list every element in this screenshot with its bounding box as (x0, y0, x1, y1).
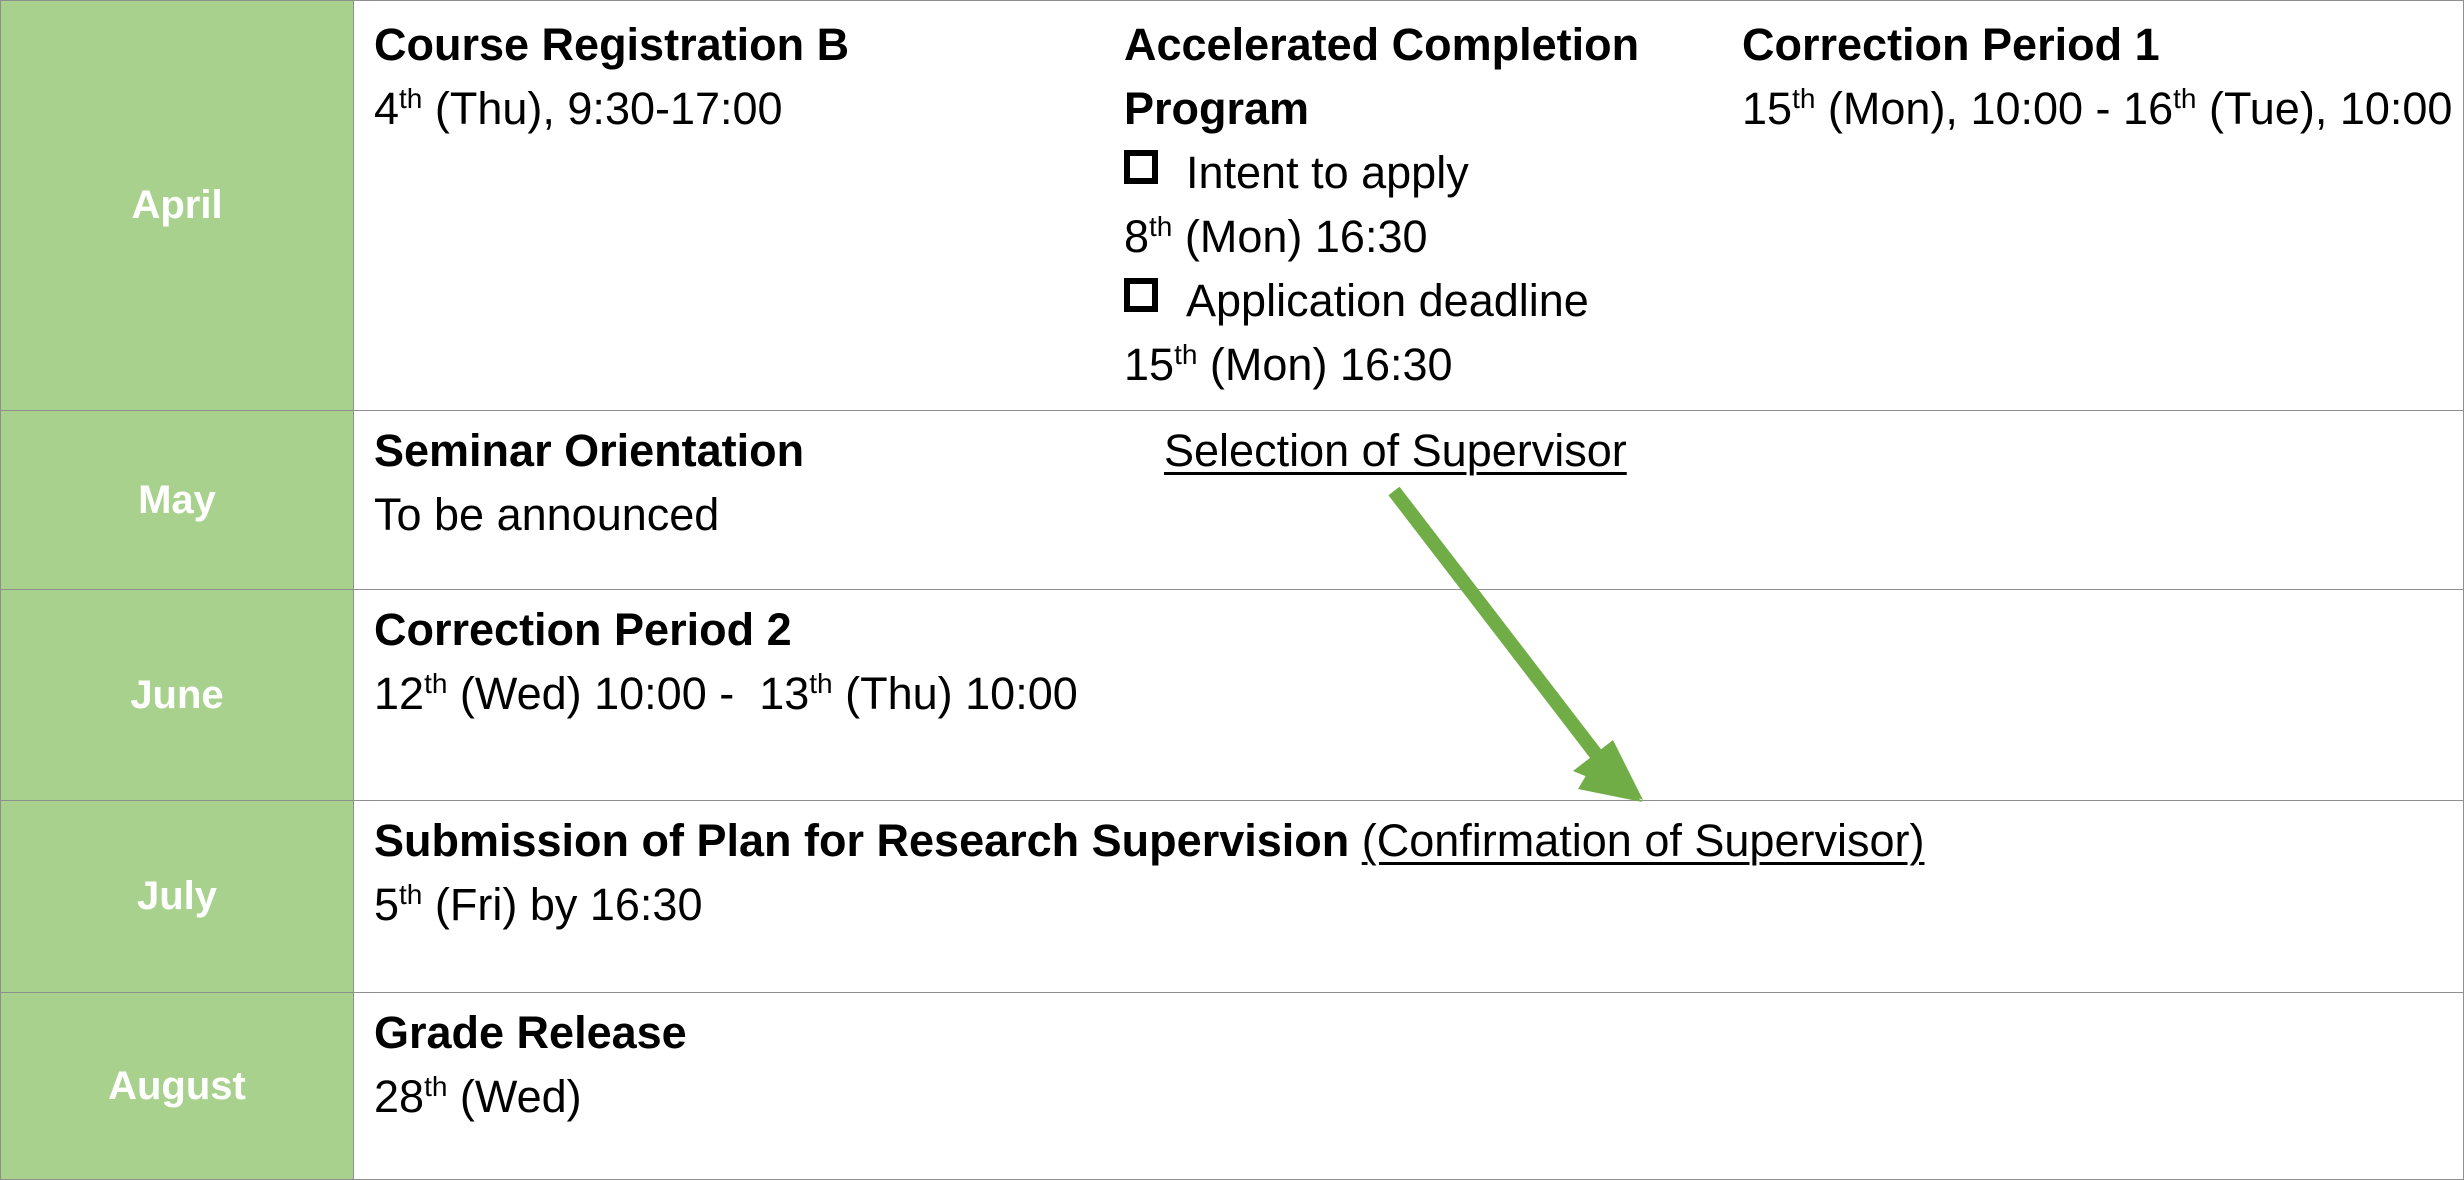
month-august: August (0, 992, 354, 1180)
june-events: Correction Period 2 12th (Wed) 10:00 - 1… (353, 589, 2464, 801)
month-april: April (0, 0, 354, 411)
month-june: June (0, 589, 354, 801)
correction1-title: Correction Period 1 (1742, 19, 2160, 70)
correction2-date: 12th (Wed) 10:00 - 13th (Thu) 10:00 (374, 668, 1078, 719)
schedule-table: April Course Registration B 4th (Thu), 9… (0, 0, 2464, 1180)
may-events: Seminar Orientation To be announced Sele… (353, 410, 2464, 590)
seminar-title: Seminar Orientation (374, 425, 805, 476)
plan-submission-date: 5th (Fri) by 16:30 (374, 879, 703, 930)
april-events: Course Registration B 4th (Thu), 9:30-17… (353, 0, 2464, 411)
checkbox-icon[interactable] (1124, 278, 1158, 312)
seminar-date: To be announced (374, 489, 720, 540)
may-row: May Seminar Orientation To be announced … (0, 410, 2464, 590)
plan-submission-title: Submission of Plan for Research Supervis… (374, 815, 1350, 866)
month-july: July (0, 800, 354, 993)
month-may: May (0, 410, 354, 590)
grade-release-date: 28th (Wed) (374, 1071, 582, 1122)
correction1-date: 15th (Mon), 10:00 - 16th (Tue), 10:00 (1742, 83, 2453, 134)
course-registration: Course Registration B 4th (Thu), 9:30-17… (374, 13, 849, 141)
application-item[interactable]: Application deadline (1124, 269, 1714, 333)
july-events: Submission of Plan for Research Supervis… (353, 800, 2464, 993)
august-events: Grade Release 28th (Wed) (353, 992, 2464, 1180)
june-row: June Correction Period 2 12th (Wed) 10:0… (0, 589, 2464, 801)
intent-date: 8th (Mon) 16:30 (1124, 211, 1428, 262)
course-registration-title: Course Registration B (374, 19, 850, 70)
selection-of-supervisor-link[interactable]: Selection of Supervisor (1164, 419, 1627, 483)
checkbox-icon[interactable] (1124, 150, 1158, 184)
august-row: August Grade Release 28th (Wed) (0, 992, 2464, 1180)
correction2-title: Correction Period 2 (374, 604, 792, 655)
intent-item[interactable]: Intent to apply (1124, 141, 1714, 205)
plan-submission-heading: Submission of Plan for Research Supervis… (374, 809, 1924, 873)
application-date: 15th (Mon) 16:30 (1124, 339, 1453, 390)
grade-release-title: Grade Release (374, 1007, 687, 1058)
plan-submission: Submission of Plan for Research Supervis… (374, 809, 1924, 937)
seminar-orientation: Seminar Orientation To be announced (374, 419, 804, 547)
correction-period-2: Correction Period 2 12th (Wed) 10:00 - 1… (374, 598, 1078, 726)
april-row: April Course Registration B 4th (Thu), 9… (0, 0, 2464, 411)
course-registration-date: 4th (Thu), 9:30-17:00 (374, 83, 783, 134)
correction-period-1: Correction Period 1 15th (Mon), 10:00 - … (1742, 13, 2452, 141)
accelerated-completion: Accelerated Completion Program Intent to… (1124, 13, 1714, 397)
confirmation-of-supervisor-link[interactable]: (Confirmation of Supervisor) (1362, 815, 1925, 866)
accelerated-title: Accelerated Completion Program (1124, 19, 1640, 134)
july-row: July Submission of Plan for Research Sup… (0, 800, 2464, 993)
grade-release: Grade Release 28th (Wed) (374, 1001, 687, 1129)
